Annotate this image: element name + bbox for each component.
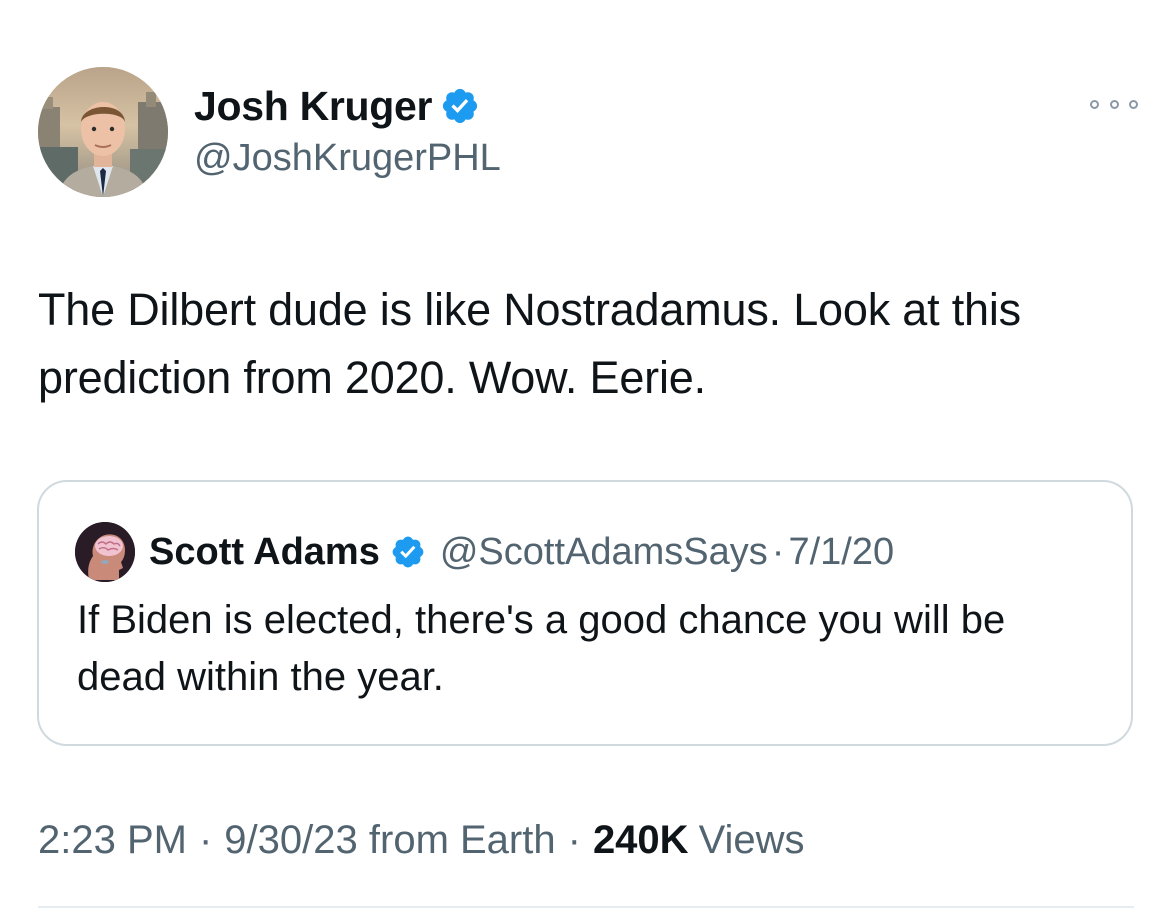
tweet-text: The Dilbert dude is like Nostradamus. Lo… [38, 284, 1021, 403]
divider [38, 906, 1134, 908]
more-dot [1129, 99, 1138, 109]
author-handle[interactable]: @JoshKrugerPHL [194, 137, 501, 180]
author-name-row: Josh Kruger [194, 81, 501, 131]
more-horizontal-icon[interactable] [1090, 89, 1138, 119]
more-dot [1090, 99, 1099, 109]
verified-badge-icon[interactable] [440, 86, 480, 126]
quoted-separator: · [771, 530, 785, 573]
quoted-tweet-text: If Biden is elected, there's a good chan… [77, 598, 1006, 699]
tweet-time[interactable]: 2:23 PM [38, 818, 187, 863]
quoted-date[interactable]: 7/1/20 [788, 531, 894, 574]
meta-separator: · [198, 818, 213, 862]
views-count: 240K [592, 818, 689, 862]
quoted-handle[interactable]: @ScottAdamsSays [440, 531, 768, 574]
views-label: Views [698, 818, 805, 862]
author-names: Josh Kruger @JoshKrugerPHL [194, 81, 501, 180]
tweet-meta: 2:23 PM · 9/30/23 from Earth · 240K View… [38, 818, 805, 863]
quoted-author-avatar[interactable] [75, 522, 135, 582]
tweet-source: from Earth [368, 818, 556, 862]
more-dot [1109, 99, 1119, 109]
verified-badge-icon[interactable] [390, 534, 426, 570]
quoted-tweet-card[interactable]: Scott Adams @ScottAdamsSays · 7/1/20 If … [37, 480, 1133, 746]
author-display-name[interactable]: Josh Kruger [194, 83, 433, 130]
meta-separator: · [567, 818, 581, 862]
quoted-display-name[interactable]: Scott Adams [149, 531, 380, 574]
quoted-tweet-header: Scott Adams @ScottAdamsSays · 7/1/20 [75, 522, 894, 582]
tweet-header: Josh Kruger @JoshKrugerPHL [38, 67, 1138, 202]
author-avatar[interactable] [38, 67, 168, 197]
tweet-date[interactable]: 9/30/23 [224, 818, 357, 863]
